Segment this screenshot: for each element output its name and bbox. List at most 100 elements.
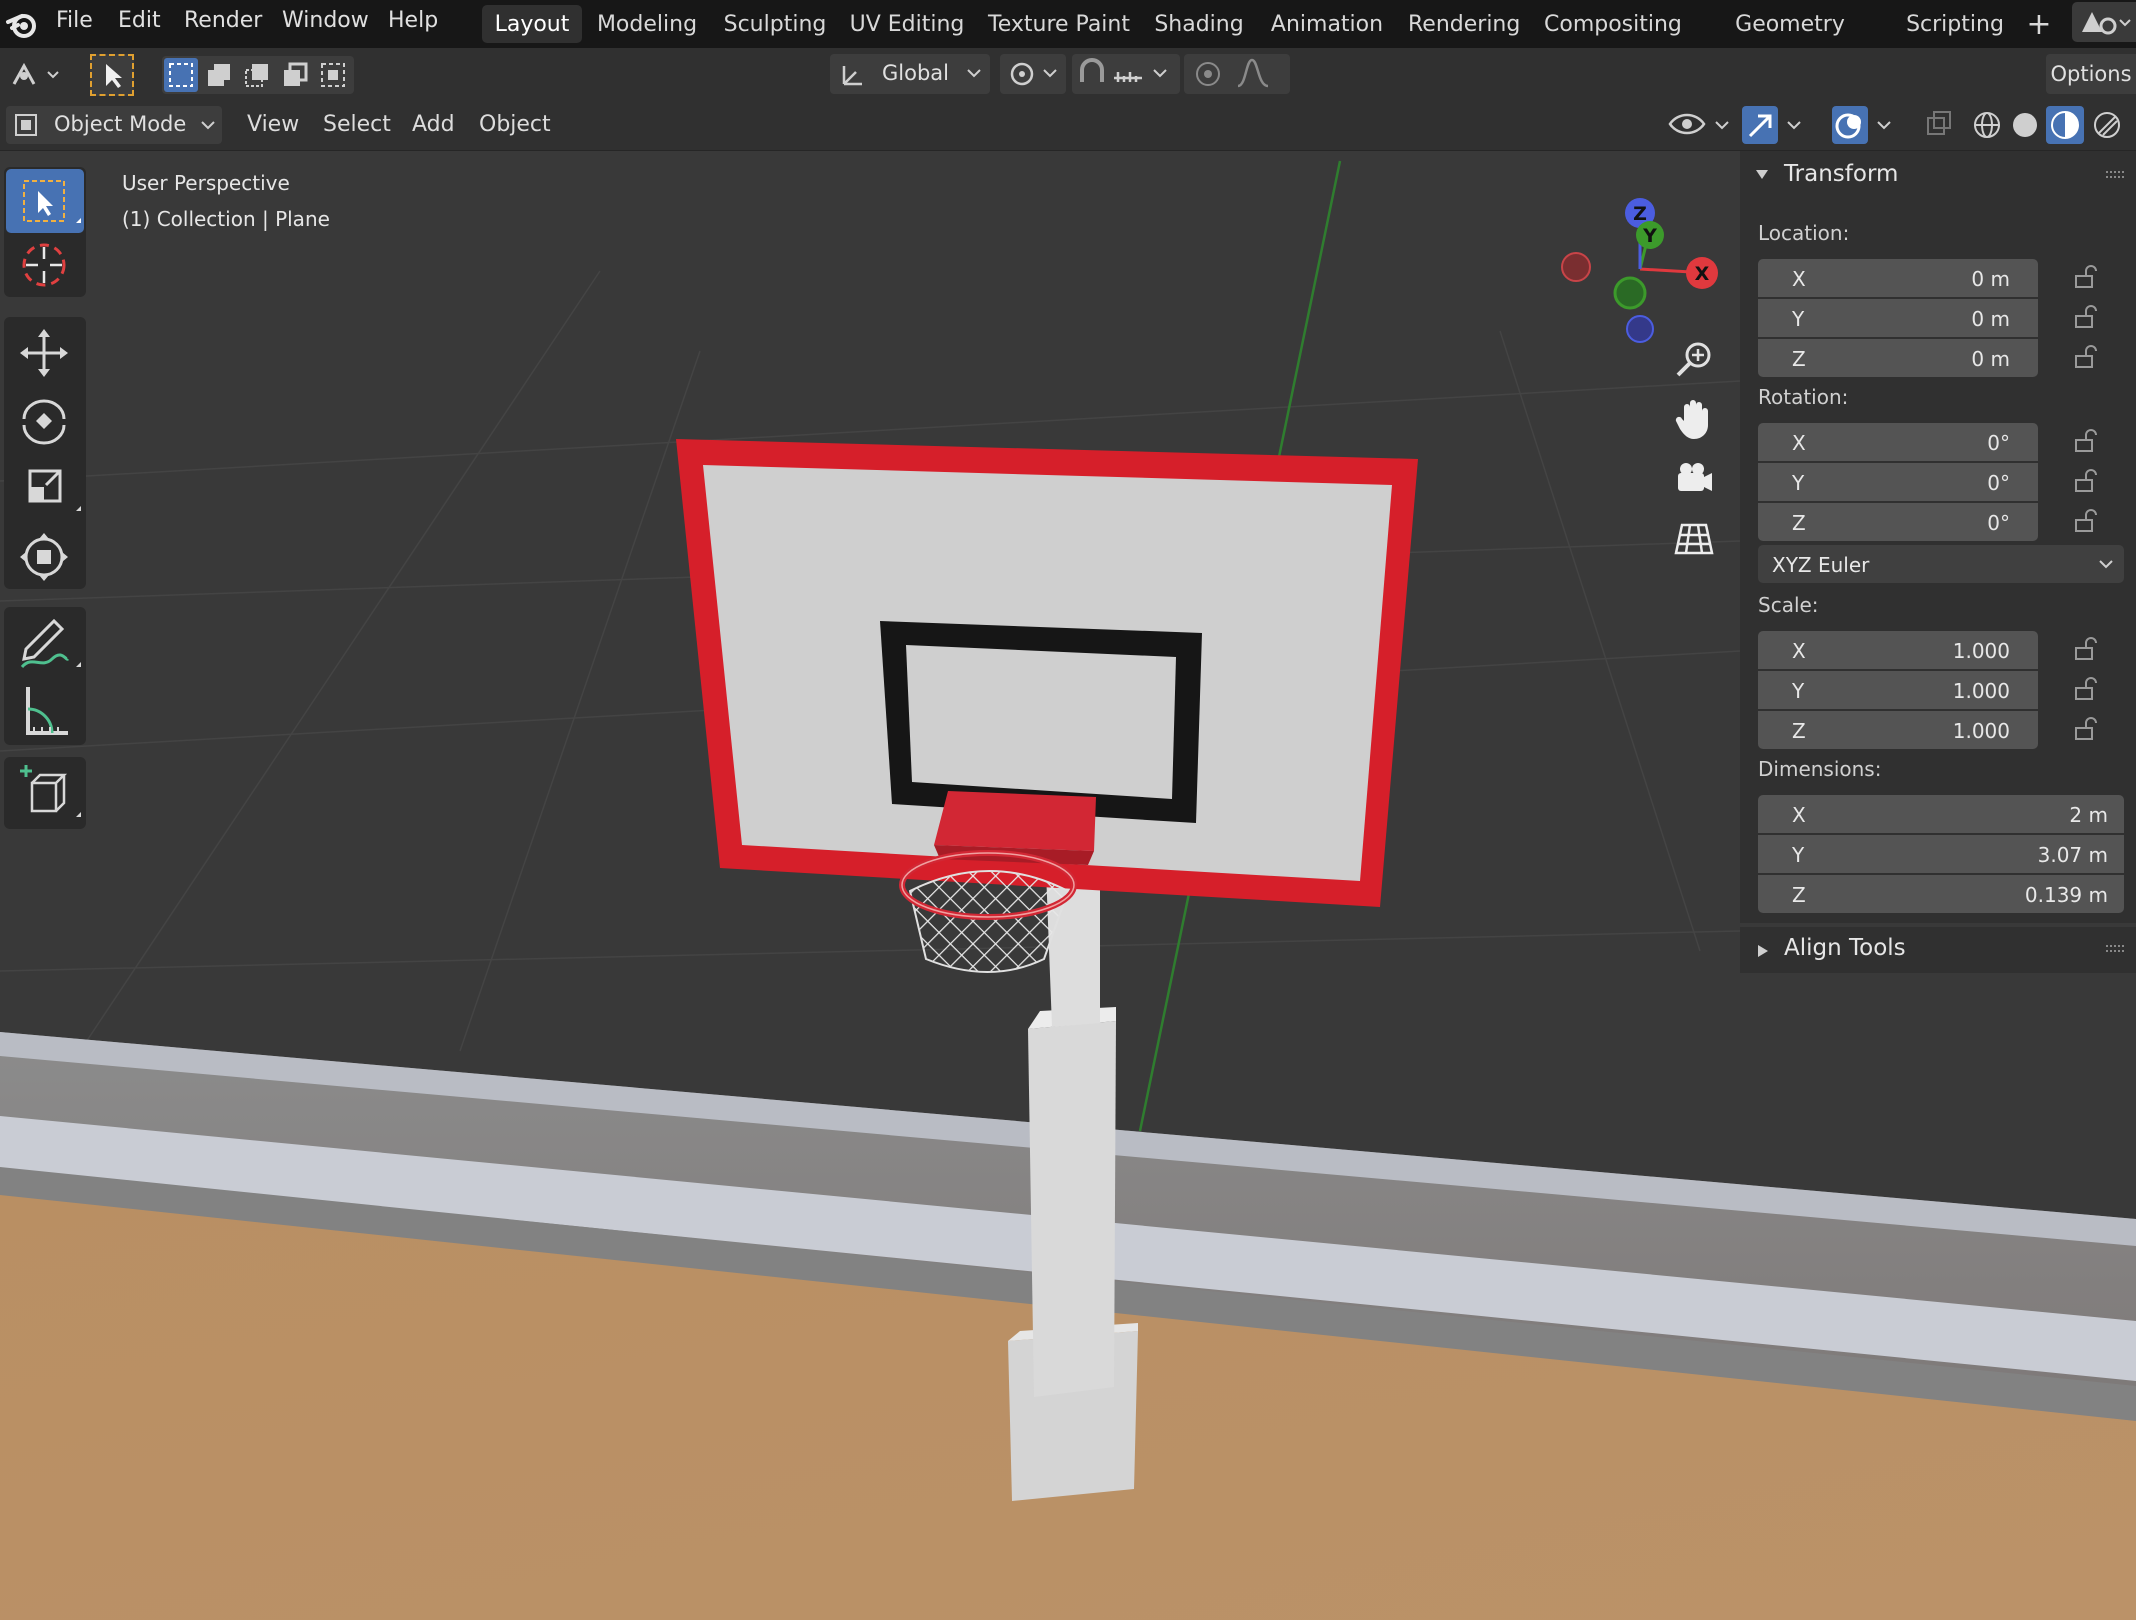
select-new-button[interactable]: [164, 58, 198, 92]
location-x-field[interactable]: X 0 m: [1758, 259, 2038, 297]
transform-panel-header[interactable]: Transform: [1740, 151, 2136, 201]
tool-move[interactable]: [6, 321, 84, 385]
rotation-z-field[interactable]: Z 0°: [1758, 503, 2038, 541]
tab-geometry-nodes[interactable]: Geometry Nodes: [1702, 5, 1878, 77]
neg-z-handle[interactable]: [1626, 315, 1654, 343]
tool-cursor[interactable]: [6, 233, 84, 297]
rendered-shading-icon[interactable]: [2090, 108, 2124, 142]
pivot-point-dropdown[interactable]: [1000, 54, 1066, 94]
menu-select[interactable]: Select: [323, 100, 391, 150]
tab-scripting[interactable]: Scripting: [1900, 5, 2010, 43]
blender-logo-icon[interactable]: [4, 6, 40, 42]
neg-x-handle[interactable]: [1561, 252, 1591, 282]
menu-file[interactable]: File: [56, 0, 93, 48]
mode-dropdown[interactable]: Object Mode: [6, 106, 222, 144]
overlays-toggle-button[interactable]: [1832, 106, 1868, 144]
location-z-field[interactable]: Z 0 m: [1758, 339, 2038, 377]
wireframe-shading-icon[interactable]: [1970, 108, 2004, 142]
collapse-triangle-icon: [1756, 170, 1768, 179]
menu-object[interactable]: Object: [479, 100, 551, 150]
menu-view[interactable]: View: [247, 100, 299, 150]
pan-hand-icon[interactable]: [1672, 397, 1716, 441]
tab-modeling[interactable]: Modeling: [594, 5, 700, 43]
snapping-group[interactable]: [1072, 54, 1180, 94]
select-invert-icon[interactable]: [278, 58, 312, 92]
rotation-y-field[interactable]: Y 0°: [1758, 463, 2038, 501]
tab-texture-paint[interactable]: Texture Paint: [988, 5, 1130, 43]
tab-animation[interactable]: Animation: [1268, 5, 1386, 43]
lock-scale-y-icon[interactable]: [2074, 677, 2100, 701]
perspective-grid-icon[interactable]: [1672, 517, 1716, 561]
chevron-down-icon[interactable]: [1874, 112, 1898, 140]
tool-scale[interactable]: [6, 457, 84, 521]
rotation-mode-dropdown[interactable]: XYZ Euler: [1758, 545, 2124, 583]
menu-help[interactable]: Help: [388, 0, 438, 48]
menu-add[interactable]: Add: [412, 100, 455, 150]
lock-scale-z-icon[interactable]: [2074, 717, 2100, 741]
tab-compositing[interactable]: Compositing: [1544, 5, 1682, 43]
rotate-icon: [22, 399, 66, 445]
axis-label: Z: [1792, 883, 1806, 907]
overlays-icon: [1835, 113, 1861, 139]
tool-select-box[interactable]: [6, 169, 84, 233]
navigation-gizmo[interactable]: Z Y X: [1550, 169, 1730, 349]
lock-location-y-icon[interactable]: [2074, 305, 2100, 329]
location-y-field[interactable]: Y 0 m: [1758, 299, 2038, 337]
lock-rotation-z-icon[interactable]: [2074, 509, 2100, 533]
scene-selector-button[interactable]: [2072, 2, 2136, 42]
lock-rotation-x-icon[interactable]: [2074, 429, 2100, 453]
tab-rendering[interactable]: Rendering: [1408, 5, 1520, 43]
zoom-icon[interactable]: [1672, 337, 1716, 381]
dimensions-z-field[interactable]: Z 0.139 m: [1758, 875, 2124, 913]
tool-add-cube[interactable]: [6, 761, 84, 825]
select-tool-button[interactable]: [90, 54, 134, 96]
tab-shading[interactable]: Shading: [1150, 5, 1248, 43]
tab-layout[interactable]: Layout: [482, 5, 582, 43]
menu-window[interactable]: Window: [282, 0, 369, 48]
scale-y-field[interactable]: Y 1.000: [1758, 671, 2038, 709]
tool-annotate[interactable]: [6, 611, 84, 675]
tab-uv-editing[interactable]: UV Editing: [848, 5, 966, 43]
drag-handle-icon[interactable]: [2104, 943, 2128, 957]
drag-handle-icon[interactable]: [2104, 169, 2128, 183]
xray-icon[interactable]: [1922, 108, 1958, 142]
select-extend-icon[interactable]: [202, 58, 236, 92]
dimensions-x-field[interactable]: X 2 m: [1758, 795, 2124, 833]
3d-cursor-icon: [22, 243, 66, 287]
transform-pivot-icon[interactable]: [10, 58, 66, 92]
proportional-edit-group[interactable]: [1184, 54, 1290, 94]
menu-render[interactable]: Render: [184, 0, 262, 48]
view-name-label: User Perspective: [122, 171, 290, 195]
solid-shading-icon[interactable]: [2008, 108, 2042, 142]
scale-z-field[interactable]: Z 1.000: [1758, 711, 2038, 749]
chevron-down-icon[interactable]: [1784, 112, 1808, 140]
scale-x-value: 1.000: [1952, 639, 2010, 663]
transform-orientation-dropdown[interactable]: Global: [830, 54, 990, 94]
neg-y-handle[interactable]: [1613, 276, 1647, 310]
options-button[interactable]: Options: [2046, 54, 2136, 94]
sidebar-n-panel: Transform Location: X 0 m Y 0 m Z 0 m Rotat…: [1740, 151, 2136, 973]
material-preview-button[interactable]: [2046, 106, 2084, 144]
add-workspace-icon[interactable]: +: [2026, 5, 2052, 43]
select-subtract-icon[interactable]: [240, 58, 274, 92]
visibility-eye-icon[interactable]: [1666, 108, 1734, 142]
tool-rotate[interactable]: [6, 389, 84, 453]
scale-x-field[interactable]: X 1.000: [1758, 631, 2038, 669]
lock-location-z-icon[interactable]: [2074, 345, 2100, 369]
selection-mode-group: [162, 56, 354, 94]
select-intersect-icon[interactable]: [316, 58, 350, 92]
mode-label: Object Mode: [54, 112, 187, 136]
top-menu-bar: File Edit Render Window Help Layout Mode…: [0, 0, 2136, 77]
tool-measure[interactable]: [6, 679, 84, 743]
lock-rotation-y-icon[interactable]: [2074, 469, 2100, 493]
tab-sculpting[interactable]: Sculpting: [720, 5, 830, 43]
lock-location-x-icon[interactable]: [2074, 265, 2100, 289]
tool-transform[interactable]: [6, 525, 84, 589]
lock-scale-x-icon[interactable]: [2074, 637, 2100, 661]
align-tools-panel-header[interactable]: Align Tools: [1740, 927, 2136, 973]
gizmo-toggle-button[interactable]: [1742, 106, 1778, 144]
rotation-x-field[interactable]: X 0°: [1758, 423, 2038, 461]
menu-edit[interactable]: Edit: [118, 0, 161, 48]
dimensions-y-field[interactable]: Y 3.07 m: [1758, 835, 2124, 873]
camera-view-icon[interactable]: [1672, 457, 1716, 501]
